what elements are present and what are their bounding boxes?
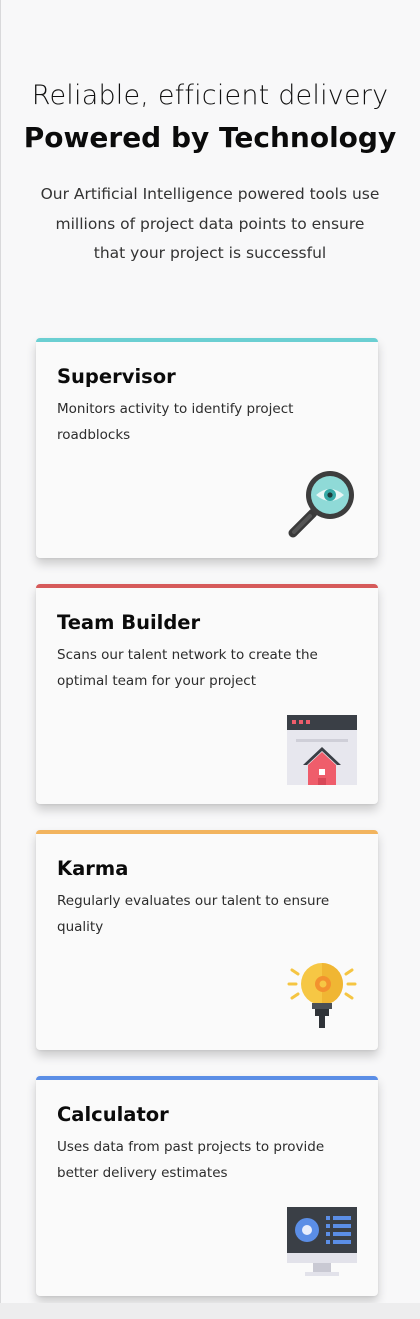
magnifier-eye-icon: [286, 468, 358, 540]
card-accent-bar: [36, 584, 378, 588]
feature-card-team-builder: Team Builder Scans our talent network to…: [36, 584, 378, 804]
card-accent-bar: [36, 338, 378, 342]
card-description: Monitors activity to identify project ro…: [57, 401, 294, 443]
page-bottom-strip: [0, 1303, 420, 1319]
monitor-dashboard-icon: [286, 1206, 358, 1278]
card-title: Karma: [57, 857, 129, 880]
hero-subtitle: Reliable, efficient delivery: [31, 80, 389, 111]
card-accent-bar: [36, 1076, 378, 1080]
page-left-border: [0, 0, 1, 1319]
card-title: Calculator: [57, 1103, 169, 1126]
card-title: Supervisor: [57, 365, 176, 388]
lightbulb-gear-icon: [286, 960, 358, 1032]
card-accent-bar: [36, 830, 378, 834]
card-description: Uses data from past projects to provide …: [57, 1139, 325, 1181]
hero-title: Powered by Technology: [23, 121, 397, 154]
browser-house-icon: [286, 714, 358, 786]
card-description: Regularly evaluates our talent to ensure…: [57, 893, 330, 935]
feature-card-supervisor: Supervisor Monitors activity to identify…: [36, 338, 378, 558]
card-description: Scans our talent network to create the o…: [57, 647, 318, 689]
feature-card-calculator: Calculator Uses data from past projects …: [36, 1076, 378, 1296]
hero-description: Our Artificial Intelligence powered tool…: [40, 185, 380, 262]
card-title: Team Builder: [57, 611, 201, 634]
feature-card-karma: Karma Regularly evaluates our talent to …: [36, 830, 378, 1050]
